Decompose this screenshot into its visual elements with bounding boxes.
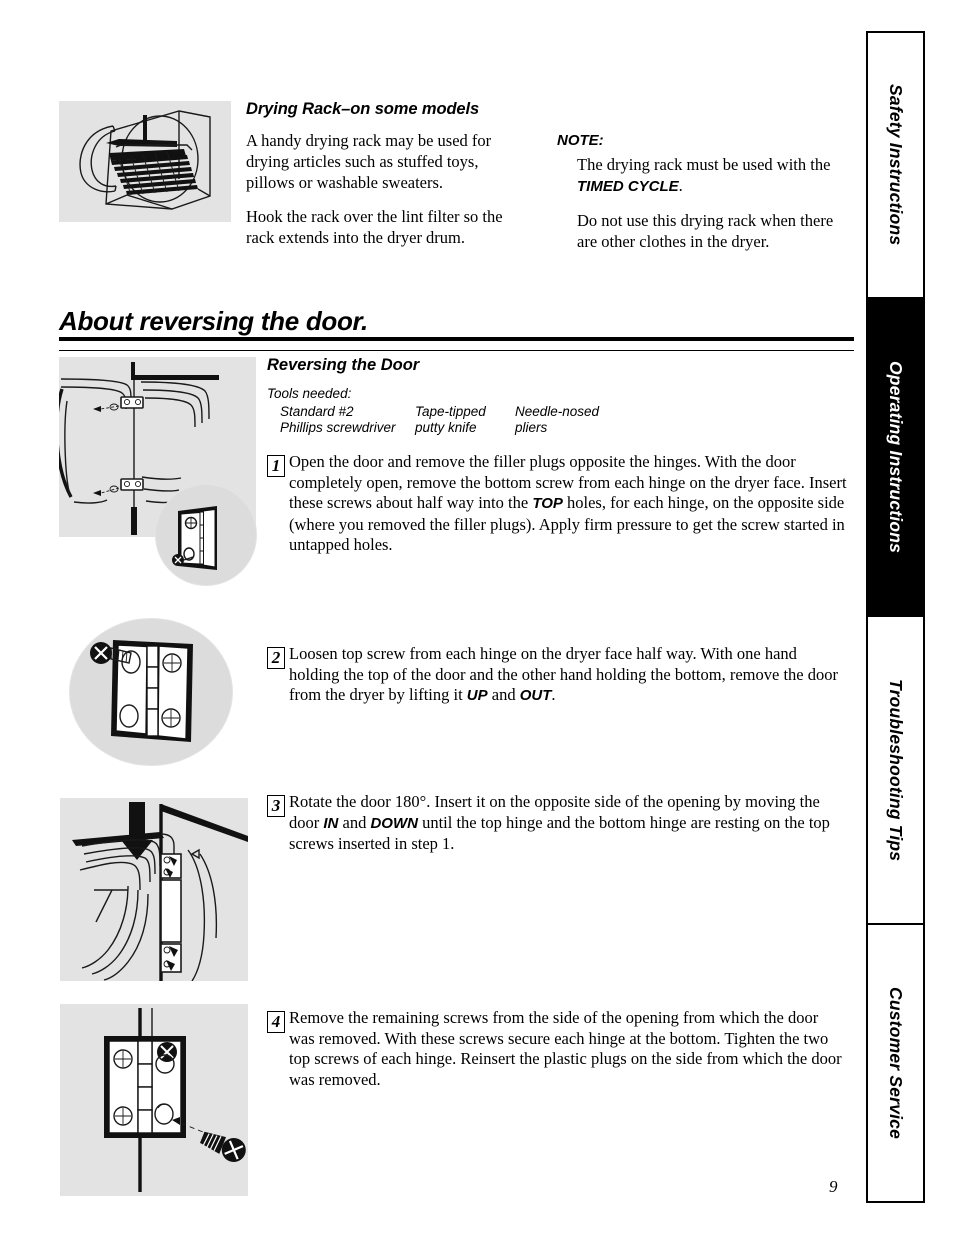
tab-customer-service[interactable]: Customer Service [868, 923, 923, 1201]
note-item-1-tail: . [678, 176, 683, 195]
step-3-emphasis-2: DOWN [370, 814, 418, 832]
section-rule-thick [59, 337, 854, 341]
drying-rack-body: A handy drying rack may be used for dryi… [246, 130, 531, 261]
step-3-seg-2: and [338, 812, 371, 832]
step-3-text: Rotate the door 180°. Insert it on the o… [289, 792, 847, 855]
step-2-seg-1: Loosen top screw from each hinge on the … [289, 644, 838, 704]
tab-troubleshooting-tips[interactable]: Troubleshooting Tips [868, 617, 923, 923]
step-2-number: 2 [267, 647, 285, 669]
tab-troubleshooting-tips-label: Troubleshooting Tips [886, 678, 906, 862]
step-1-emphasis-1: TOP [532, 495, 563, 512]
tab-safety-instructions-label: Safety Instructions [886, 84, 906, 246]
step-3-number: 3 [267, 795, 285, 817]
tab-safety-instructions[interactable]: Safety Instructions [868, 33, 923, 297]
step-2-text: Loosen top screw from each hinge on the … [289, 644, 847, 707]
step-1-number: 1 [267, 455, 285, 477]
step-3-emphasis-1: IN [323, 814, 339, 832]
step-4-number: 4 [267, 1011, 285, 1033]
tab-customer-service-label: Customer Service [886, 986, 906, 1140]
drying-rack-paragraph-1: A handy drying rack may be used for dryi… [246, 131, 492, 192]
step-2-seg-2: and [487, 685, 520, 704]
note-item-1-text: The drying rack must be used with the [577, 155, 831, 174]
step-3: 3 Rotate the door 180°. Insert it on the… [267, 792, 847, 855]
step-1: 1 Open the door and remove the filler pl… [267, 452, 847, 557]
section-tab-rail: Safety Instructions Operating Instructio… [866, 31, 925, 1203]
note-item-2: Do not use this drying rack when there a… [577, 211, 834, 251]
tools-needed-label: Tools needed: [267, 386, 352, 401]
tools-needed-block: Tools needed: Standard #2 Phillips screw… [267, 386, 627, 437]
drying-rack-illustration [59, 101, 231, 222]
step-3-illustration [60, 798, 248, 981]
tab-operating-instructions[interactable]: Operating Instructions [868, 297, 923, 617]
step-4: 4 Remove the remaining screws from the s… [267, 1008, 847, 1091]
drying-rack-heading: Drying Rack–on some models [246, 100, 480, 118]
tab-operating-instructions-label: Operating Instructions [886, 360, 906, 554]
step-4-illustration [60, 1004, 248, 1196]
step-2: 2 Loosen top screw from each hinge on th… [267, 644, 847, 707]
drying-rack-paragraph-2: Hook the rack over the lint filter so th… [246, 207, 503, 247]
note-item-1-emphasis: TIMED CYCLE [577, 178, 679, 195]
step-4-text: Remove the remaining screws from the sid… [289, 1008, 847, 1091]
step-4-seg-1: Remove the remaining screws from the sid… [289, 1008, 842, 1089]
note-item-1: The drying rack must be used with the TI… [577, 154, 837, 197]
page-content: Drying Rack–on some models A handy dryin… [0, 0, 866, 1235]
step-1-text: Open the door and remove the filler plug… [289, 452, 847, 557]
reversing-the-door-heading: Reversing the Door [267, 356, 420, 374]
tools-needed-list: Standard #2 Phillips screwdriver Tape-ti… [280, 404, 627, 437]
step-2-seg-3: . [551, 685, 556, 704]
note-block: NOTE: The drying rack must be used with … [557, 130, 837, 252]
section-rule-thin [59, 350, 854, 351]
page-number: 9 [829, 1177, 838, 1196]
step-2-emphasis-2: OUT [519, 687, 552, 704]
step-2-hinge-illustration [69, 618, 233, 766]
step-2-emphasis-1: UP [466, 687, 488, 704]
note-label: NOTE: [557, 132, 604, 149]
tool-item: Tape-tipped putty knife [415, 403, 486, 436]
step-1-hinge-detail-illustration [155, 484, 257, 586]
tool-item: Needle-nosed pliers [515, 403, 600, 436]
section-heading: About reversing the door. [59, 306, 368, 336]
tool-item: Standard #2 Phillips screwdriver [280, 403, 396, 436]
